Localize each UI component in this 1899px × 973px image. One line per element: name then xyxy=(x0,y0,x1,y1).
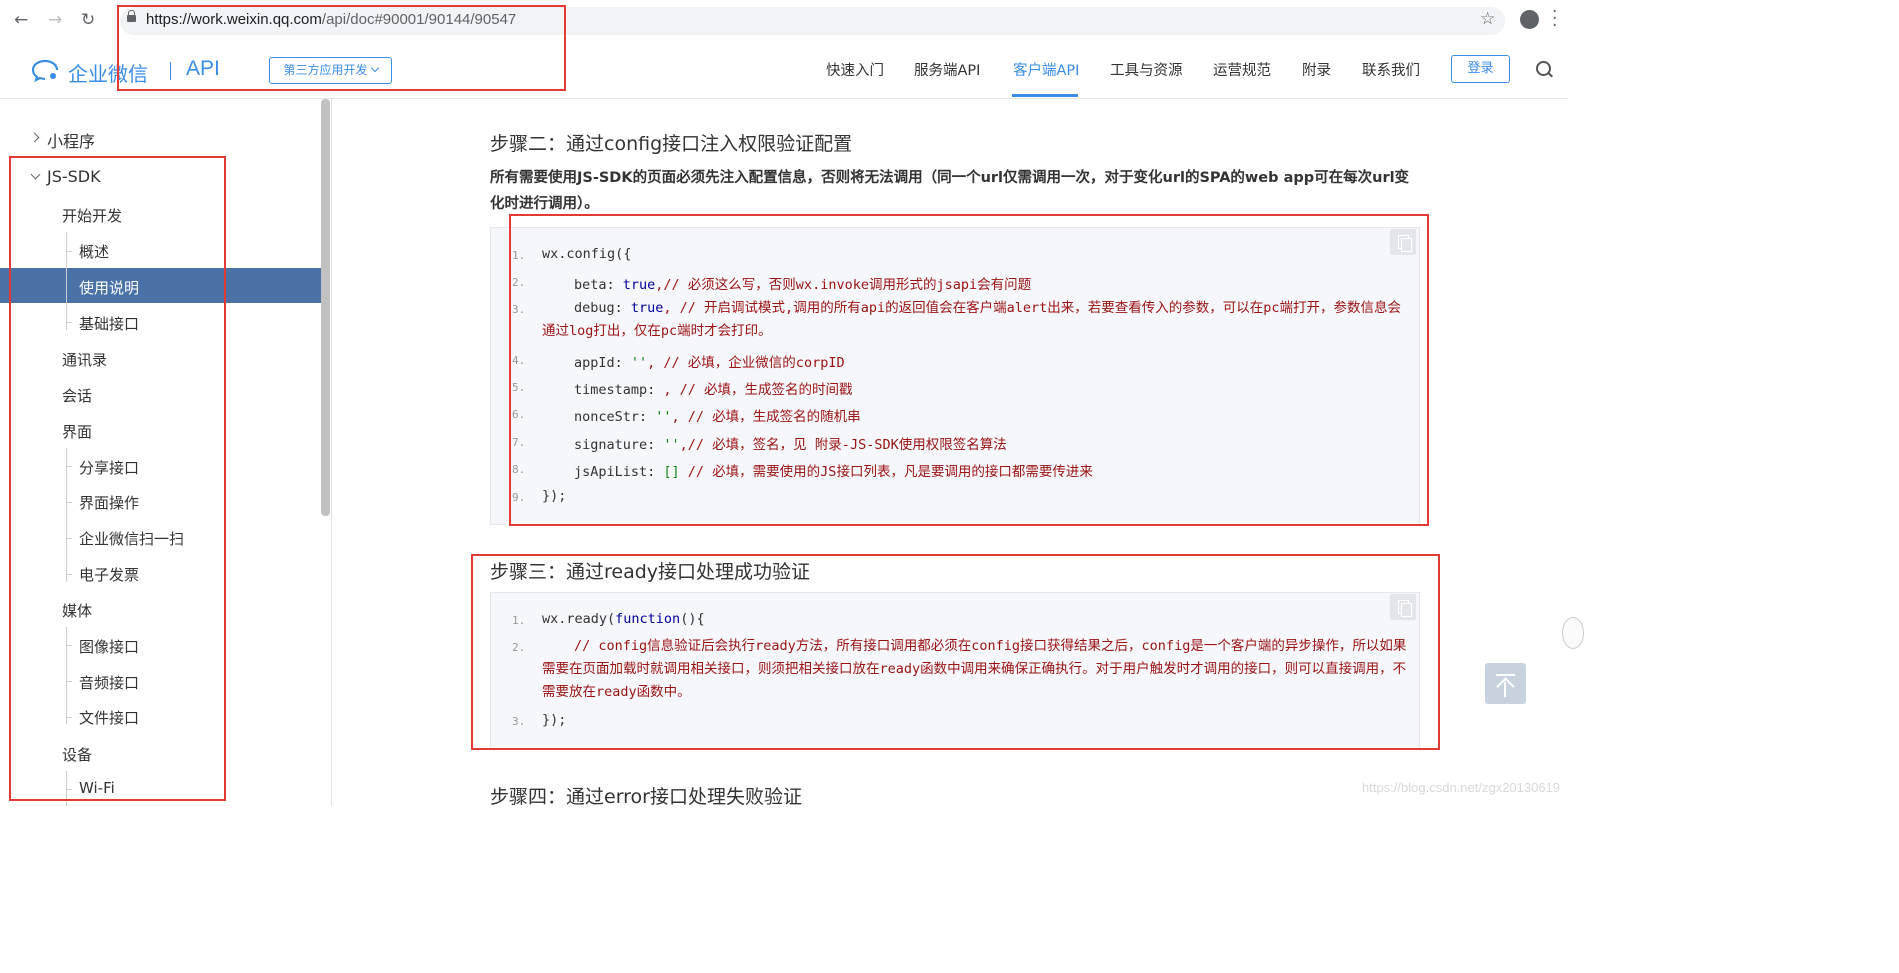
nav-client-api[interactable]: 客户端API xyxy=(1013,59,1079,80)
step2-heading: 步骤二：通过config接口注入权限验证配置 xyxy=(490,133,853,155)
bookmark-star-icon[interactable]: ☆ xyxy=(1480,9,1495,29)
login-button[interactable]: 登录 xyxy=(1451,55,1510,83)
sidebar-scrollbar[interactable] xyxy=(321,99,330,516)
forward-icon[interactable]: → xyxy=(48,10,62,30)
search-icon[interactable] xyxy=(1536,61,1551,76)
profile-icon[interactable] xyxy=(1520,10,1539,29)
nav-operations[interactable]: 运营规范 xyxy=(1213,59,1271,80)
watermark: https://blog.csdn.net/zgx20130619 xyxy=(1362,780,1561,795)
active-tab-indicator xyxy=(1012,94,1078,97)
back-icon[interactable]: ← xyxy=(14,10,28,30)
back-to-top-button[interactable] xyxy=(1485,663,1526,704)
nav-quickstart[interactable]: 快速入门 xyxy=(826,59,884,80)
sidebar-item-miniprogram[interactable]: 小程序 xyxy=(47,128,95,152)
nav-tools[interactable]: 工具与资源 xyxy=(1110,59,1183,80)
step2-note: 所有需要使用JS-SDK的页面必须先注入配置信息，否则将无法调用（同一个url仅… xyxy=(490,170,1410,212)
annotation-box-sidebar xyxy=(9,156,226,801)
annotation-box-url xyxy=(117,5,566,91)
nav-contact[interactable]: 联系我们 xyxy=(1362,59,1420,80)
browser-menu-icon[interactable]: · · · xyxy=(1552,4,1557,35)
side-widget[interactable] xyxy=(1562,617,1584,649)
annotation-box-config xyxy=(509,214,1429,526)
nav-appendix[interactable]: 附录 xyxy=(1302,59,1331,80)
wecom-logo-icon[interactable] xyxy=(31,58,59,82)
reload-icon[interactable]: ↻ xyxy=(81,10,95,30)
nav-server-api[interactable]: 服务端API xyxy=(914,59,980,80)
annotation-box-ready xyxy=(471,554,1440,750)
step4-heading: 步骤四：通过error接口处理失败验证 xyxy=(490,786,802,808)
